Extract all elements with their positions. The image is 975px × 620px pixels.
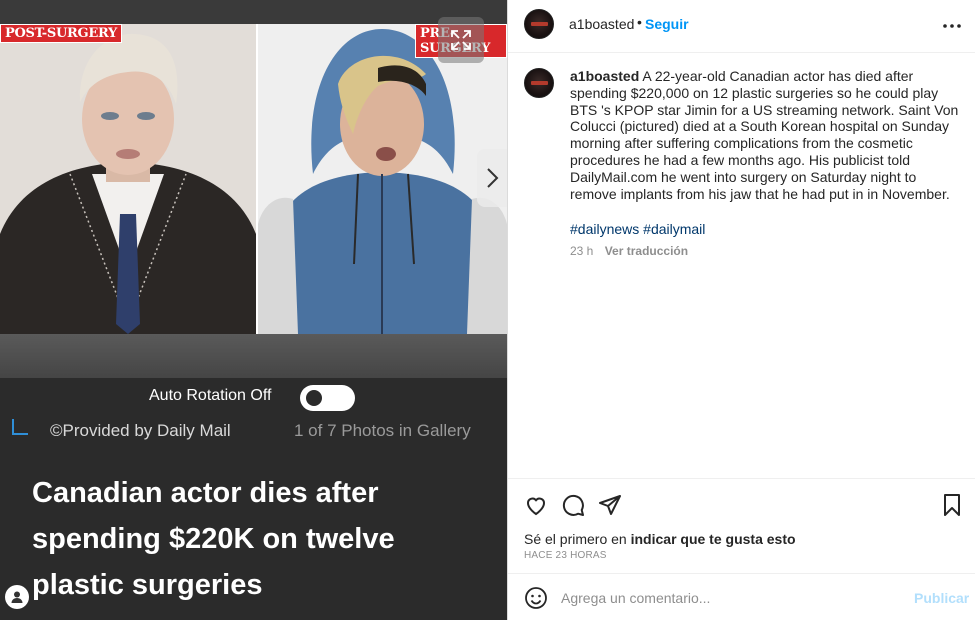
post-surgery-illustration: [0, 24, 256, 334]
bookmark-icon[interactable]: [940, 493, 964, 517]
expand-icon: [451, 30, 471, 50]
publish-button[interactable]: Publicar: [914, 590, 969, 606]
translate-link[interactable]: Ver traducción: [605, 244, 688, 258]
user-icon: [11, 591, 23, 603]
corner-bracket-icon: [12, 419, 28, 435]
pre-surgery-illustration: [258, 24, 507, 334]
media-top-strip: [0, 0, 507, 24]
follow-button[interactable]: Seguir: [645, 16, 689, 32]
post-timestamp: HACE 23 HORAS: [524, 550, 607, 561]
auto-rotation-label: Auto Rotation Off: [149, 387, 272, 404]
post-surgery-stamp: POST-SURGERY: [0, 24, 123, 43]
comment-bar: Publicar: [508, 573, 975, 620]
article-headline: Canadian actor dies after spending $220K…: [32, 477, 395, 601]
post-panel: a1boasted • Seguir a1boasted A 22-year-o…: [507, 0, 975, 620]
expand-button[interactable]: [438, 17, 484, 63]
hashtags[interactable]: #dailynews #dailymail: [570, 221, 705, 237]
caption-time: 23 h: [570, 244, 594, 258]
post-actions: Sé el primero en indicar que te gusta es…: [508, 478, 975, 573]
media-panel: POST-SURGERY PRE-SURGERY Auto Rotation O…: [0, 0, 507, 620]
comment-input[interactable]: [561, 587, 901, 609]
send-icon[interactable]: [598, 493, 622, 517]
auto-rotation-toggle[interactable]: [300, 385, 355, 411]
toggle-knob: [306, 390, 322, 406]
caption-username[interactable]: a1boasted: [570, 68, 639, 84]
header-separator: •: [637, 14, 642, 30]
caption-text: A 22-year-old Canadian actor has died af…: [570, 68, 959, 202]
author-avatar[interactable]: [524, 9, 554, 39]
media-lower-band: [0, 334, 507, 378]
more-horizontal-icon[interactable]: [940, 14, 964, 38]
caption-author-avatar[interactable]: [524, 68, 554, 98]
app-root: POST-SURGERY PRE-SURGERY Auto Rotation O…: [0, 0, 975, 620]
pre-surgery-photo: [258, 24, 507, 334]
like-this-link[interactable]: indicar que te gusta esto: [631, 531, 796, 547]
gallery-count: 1 of 7 Photos in Gallery: [294, 421, 471, 440]
likes-prefix: Sé el primero en: [524, 531, 631, 547]
user-avatar-button[interactable]: [5, 585, 29, 609]
post-header: a1boasted • Seguir: [508, 0, 975, 53]
comment-icon[interactable]: [561, 493, 585, 517]
caption-meta: 23 h Ver traducción: [570, 244, 688, 258]
caption-body: a1boasted A 22-year-old Canadian actor h…: [570, 68, 964, 202]
post-surgery-photo: [0, 24, 256, 334]
emoji-icon[interactable]: [524, 586, 548, 610]
chevron-right-icon: [487, 168, 499, 188]
provided-by-credit: ©Provided by Daily Mail: [50, 421, 231, 440]
likes-line: Sé el primero en indicar que te gusta es…: [524, 531, 796, 547]
heart-icon[interactable]: [524, 493, 548, 517]
next-photo-button[interactable]: [477, 149, 507, 207]
author-username[interactable]: a1boasted: [569, 16, 634, 32]
